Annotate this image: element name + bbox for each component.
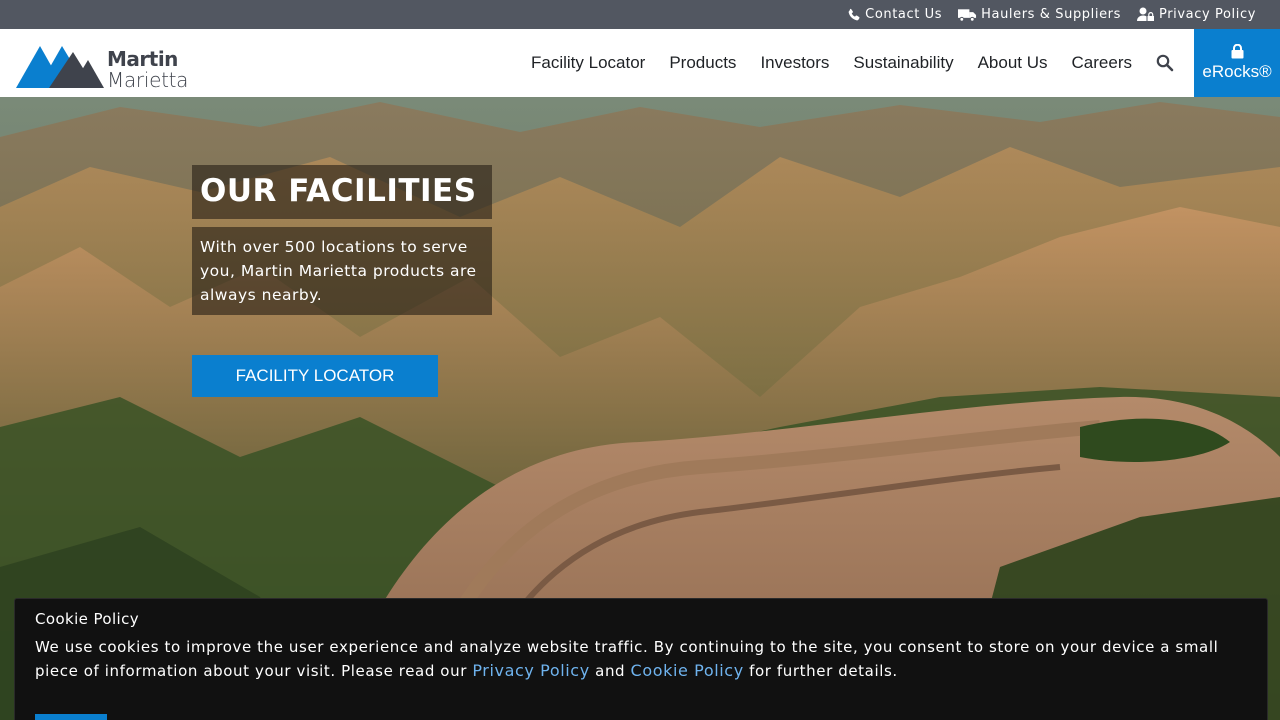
hero-title-box: OUR FACILITIES — [192, 165, 492, 219]
lock-icon — [1231, 44, 1243, 59]
cookie-text-and: and — [589, 662, 631, 680]
cookie-accept-button[interactable] — [35, 714, 107, 720]
logo-mark-icon — [16, 46, 104, 88]
hero-title: OUR FACILITIES — [200, 173, 477, 209]
main-nav: Facility Locator Products Investors Sust… — [531, 29, 1174, 97]
cookie-policy-link[interactable]: Cookie Policy — [631, 661, 744, 680]
company-logo[interactable]: Martin Marietta — [16, 36, 200, 92]
utility-links: Contact Us Haulers & Suppliers Privacy P… — [847, 0, 1256, 29]
nav-careers[interactable]: Careers — [1072, 53, 1132, 73]
truck-icon — [958, 8, 977, 22]
utility-bar: Contact Us Haulers & Suppliers Privacy P… — [0, 0, 1280, 29]
facility-locator-button[interactable]: FACILITY LOCATOR — [192, 355, 438, 397]
nav-investors[interactable]: Investors — [760, 53, 829, 73]
contact-us-label: Contact Us — [865, 7, 943, 22]
nav-about-us[interactable]: About Us — [978, 53, 1048, 73]
search-button[interactable] — [1156, 54, 1174, 72]
search-icon — [1156, 54, 1174, 72]
phone-icon — [848, 8, 860, 20]
logo-text-marietta: Marietta — [107, 68, 189, 92]
cookie-privacy-policy-link[interactable]: Privacy Policy — [472, 661, 589, 680]
erocks-button[interactable]: eRocks® — [1194, 29, 1280, 97]
hero-description: With over 500 locations to serve you, Ma… — [200, 238, 477, 304]
haulers-suppliers-label: Haulers & Suppliers — [981, 7, 1121, 22]
contact-us-link[interactable]: Contact Us — [847, 7, 942, 22]
nav-facility-locator[interactable]: Facility Locator — [531, 53, 645, 73]
cookie-text-outro: for further details. — [743, 662, 898, 680]
erocks-label: eRocks® — [1202, 62, 1272, 81]
nav-products[interactable]: Products — [669, 53, 736, 73]
privacy-policy-link[interactable]: Privacy Policy — [1137, 7, 1256, 22]
cookie-text: We use cookies to improve the user exper… — [35, 636, 1245, 683]
privacy-policy-label: Privacy Policy — [1159, 7, 1256, 22]
hero-text-box: With over 500 locations to serve you, Ma… — [192, 227, 492, 315]
haulers-suppliers-link[interactable]: Haulers & Suppliers — [958, 7, 1121, 22]
site-header: Martin Marietta Facility Locator Product… — [0, 29, 1280, 97]
nav-sustainability[interactable]: Sustainability — [853, 53, 953, 73]
cookie-title: Cookie Policy — [35, 610, 140, 628]
user-lock-icon — [1137, 7, 1154, 21]
cookie-banner: Cookie Policy We use cookies to improve … — [14, 598, 1268, 720]
